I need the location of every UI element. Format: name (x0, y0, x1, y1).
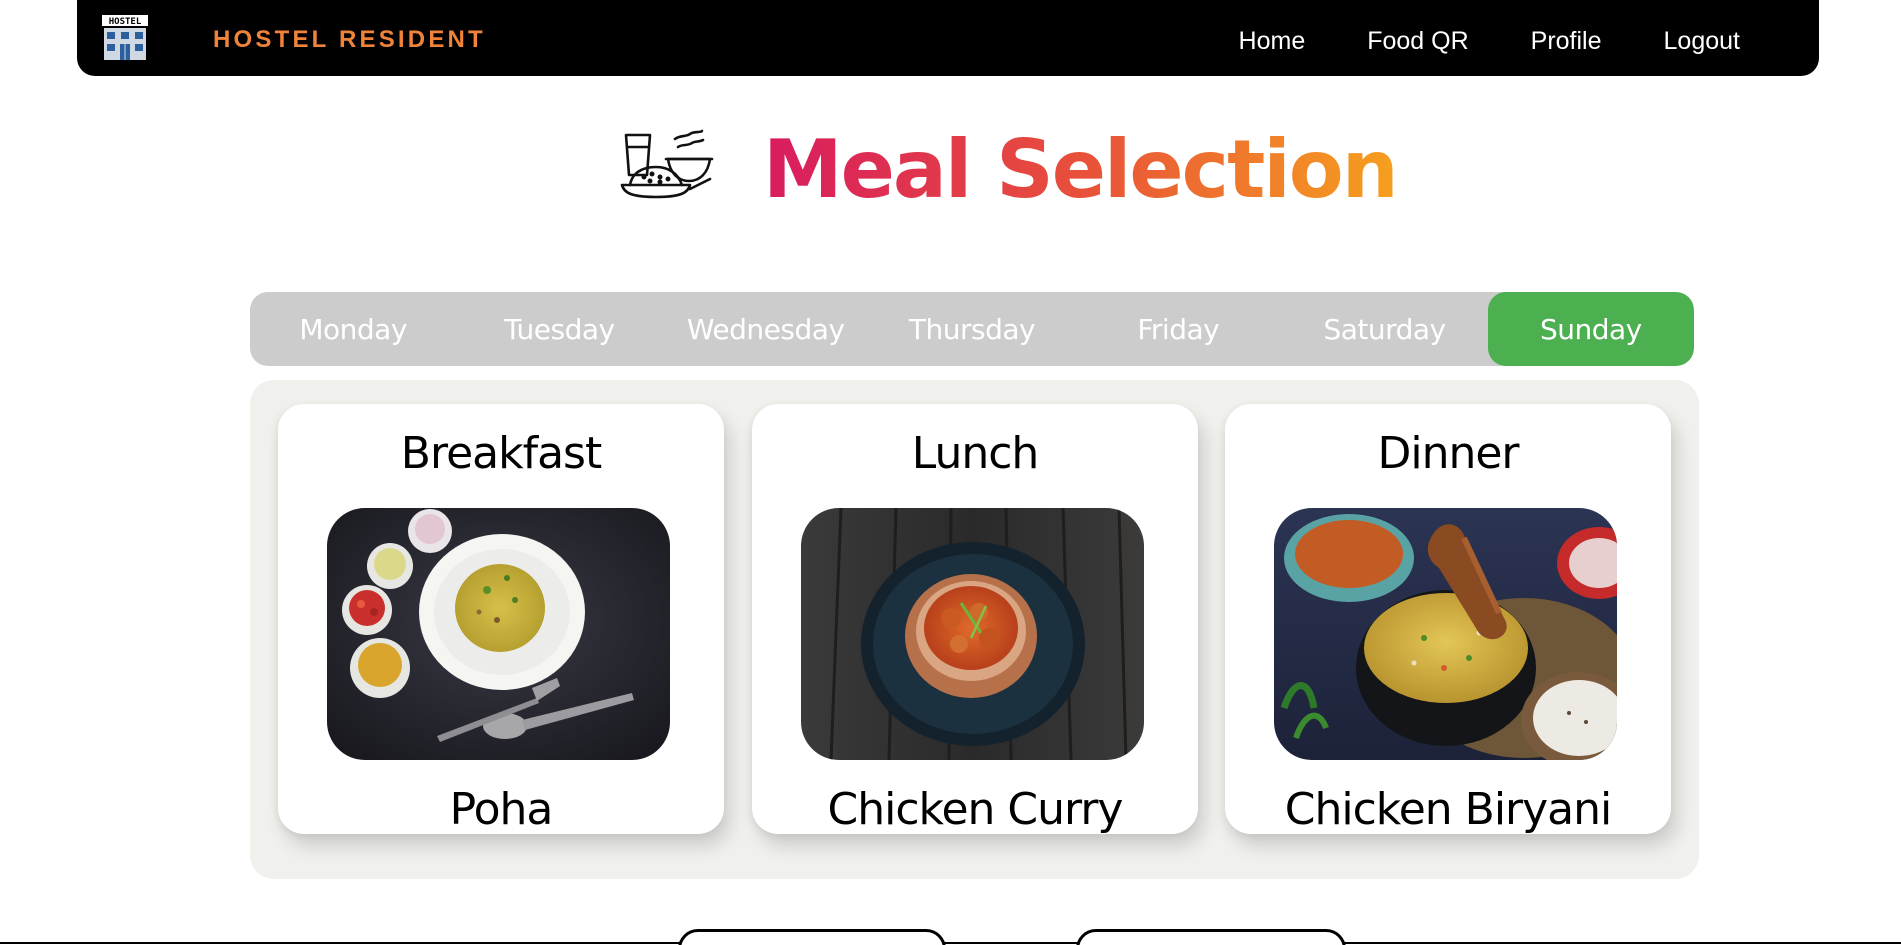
tab-friday[interactable]: Friday (1075, 292, 1281, 366)
meal-dish-name: Chicken Curry (827, 784, 1124, 835)
tab-thursday[interactable]: Thursday (869, 292, 1075, 366)
dinner-food-image (1274, 508, 1617, 760)
nav-food-qr-link[interactable]: Food QR (1367, 29, 1468, 54)
action-button-left[interactable] (678, 929, 946, 945)
day-tabs: Monday Tuesday Wednesday Thursday Friday… (250, 292, 1694, 366)
meals-panel: Breakfast Poha Lunch Chicken Curry Dinne… (250, 380, 1699, 879)
tab-sunday[interactable]: Sunday (1487, 292, 1694, 366)
meal-type-label: Breakfast (400, 428, 602, 479)
nav-home-link[interactable]: Home (1239, 29, 1306, 54)
meal-type-label: Lunch (911, 428, 1040, 479)
meal-card-dinner[interactable]: Dinner Chicken Biryani (1225, 404, 1671, 835)
page-title: Meal Selection (763, 120, 1399, 220)
footer-divider (0, 942, 1901, 944)
logo-text: HOSTEL (109, 17, 142, 27)
meal-tray-icon (620, 129, 714, 203)
hostel-building-icon[interactable]: HOSTEL (101, 14, 149, 62)
lunch-food-image (801, 508, 1144, 760)
page-header: Meal Selection (620, 120, 1399, 220)
meal-dish-name: Chicken Biryani (1284, 784, 1613, 835)
nav-profile-link[interactable]: Profile (1531, 29, 1602, 54)
nav-logout-link[interactable]: Logout (1664, 29, 1740, 54)
nav-links: Home Food QR Profile Logout (1239, 29, 1740, 54)
brand-name: HOSTEL RESIDENT (213, 26, 486, 53)
action-button-right[interactable] (1076, 929, 1346, 945)
tab-saturday[interactable]: Saturday (1281, 292, 1487, 366)
meal-type-label: Dinner (1377, 428, 1519, 479)
meal-card-lunch[interactable]: Lunch Chicken Curry (752, 404, 1198, 835)
tab-tuesday[interactable]: Tuesday (456, 292, 662, 366)
tab-monday[interactable]: Monday (250, 292, 456, 366)
meal-card-breakfast[interactable]: Breakfast Poha (278, 404, 724, 835)
breakfast-food-image (327, 508, 670, 760)
navbar: HOSTEL HOSTEL RESIDENT Home Food QR Prof… (77, 0, 1819, 76)
tab-wednesday[interactable]: Wednesday (663, 292, 869, 366)
meal-dish-name: Poha (449, 784, 554, 835)
